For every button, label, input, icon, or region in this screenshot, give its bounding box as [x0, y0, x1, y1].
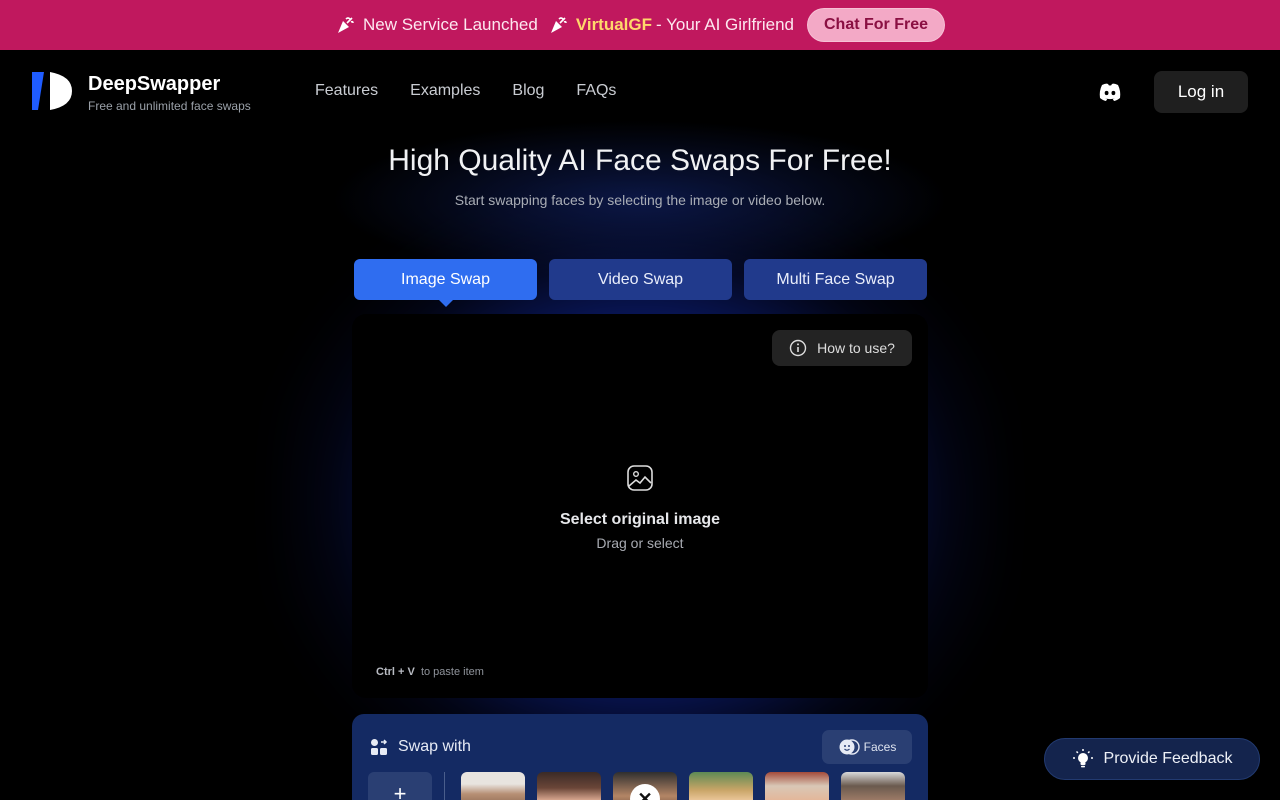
paste-shortcut: Ctrl + V	[376, 666, 415, 678]
select-image-title: Select original image	[559, 511, 721, 528]
face-thumbnail[interactable]	[765, 772, 829, 800]
swap-with-panel: Swap with Faces + ✕	[352, 714, 928, 800]
faces-icon	[839, 739, 860, 755]
party-popper-icon	[335, 15, 355, 35]
select-image-hint: Drag or select	[596, 535, 684, 551]
swap-mode-tabs: Image Swap Video Swap Multi Face Swap	[354, 259, 927, 307]
banner-tagline: - Your AI Girlfriend	[656, 15, 794, 34]
image-dropzone[interactable]: How to use? Select original image Drag o…	[352, 314, 928, 698]
thumbnail-divider	[444, 772, 445, 800]
paste-hint: Ctrl + V to paste item	[376, 666, 484, 678]
page-title: High Quality AI Face Swaps For Free!	[388, 144, 892, 177]
faces-button[interactable]: Faces	[822, 730, 912, 764]
nav-faqs[interactable]: FAQs	[576, 82, 616, 100]
face-thumbnail[interactable]	[461, 772, 525, 800]
swap-icon	[371, 739, 388, 755]
swap-with-title: Swap with	[398, 738, 471, 755]
party-popper-icon	[548, 15, 568, 35]
chat-for-free-button[interactable]: Chat For Free	[806, 8, 945, 42]
banner-announcement: New Service Launched	[362, 15, 538, 34]
face-thumbnail[interactable]	[841, 772, 905, 800]
page-subtitle: Start swapping faces by selecting the im…	[454, 192, 826, 208]
face-thumbnail[interactable]	[689, 772, 753, 800]
lightbulb-icon	[1072, 749, 1093, 768]
add-face-button[interactable]: +	[368, 772, 432, 800]
remove-face-icon[interactable]: ✕	[630, 784, 660, 800]
brand-tagline: Free and unlimited face swaps	[88, 99, 251, 113]
nav-blog[interactable]: Blog	[512, 82, 544, 100]
how-to-use-label: How to use?	[817, 340, 895, 356]
announcement-banner: New Service Launched VirtualGF - Your AI…	[0, 0, 1280, 50]
main-nav: Features Examples Blog FAQs	[315, 82, 616, 100]
nav-features[interactable]: Features	[315, 82, 378, 100]
login-button[interactable]: Log in	[1154, 71, 1248, 113]
image-icon	[627, 465, 653, 491]
banner-brand-link[interactable]: VirtualGF	[576, 15, 652, 35]
paste-text: to paste item	[420, 666, 484, 678]
tab-multi-face-swap[interactable]: Multi Face Swap	[744, 259, 927, 300]
provide-feedback-label: Provide Feedback	[1103, 750, 1233, 767]
nav-examples[interactable]: Examples	[410, 82, 480, 100]
deepswapper-logo[interactable]	[32, 72, 72, 110]
face-thumbnail[interactable]	[537, 772, 601, 800]
face-thumbnail[interactable]: ✕	[613, 772, 677, 800]
info-icon	[789, 339, 807, 357]
select-image-area[interactable]: Select original image Drag or select	[352, 464, 928, 551]
swap-with-header: Swap with	[370, 738, 471, 756]
discord-icon[interactable]	[1098, 82, 1122, 102]
tab-image-swap[interactable]: Image Swap	[354, 259, 537, 307]
how-to-use-button[interactable]: How to use?	[772, 330, 912, 366]
site-header: DeepSwapper Free and unlimited face swap…	[0, 50, 1280, 134]
brand-name[interactable]: DeepSwapper	[88, 73, 220, 96]
faces-label: Faces	[863, 740, 897, 754]
provide-feedback-button[interactable]: Provide Feedback	[1044, 738, 1260, 780]
tab-video-swap[interactable]: Video Swap	[549, 259, 732, 300]
face-thumbnails: + ✕	[368, 772, 905, 800]
